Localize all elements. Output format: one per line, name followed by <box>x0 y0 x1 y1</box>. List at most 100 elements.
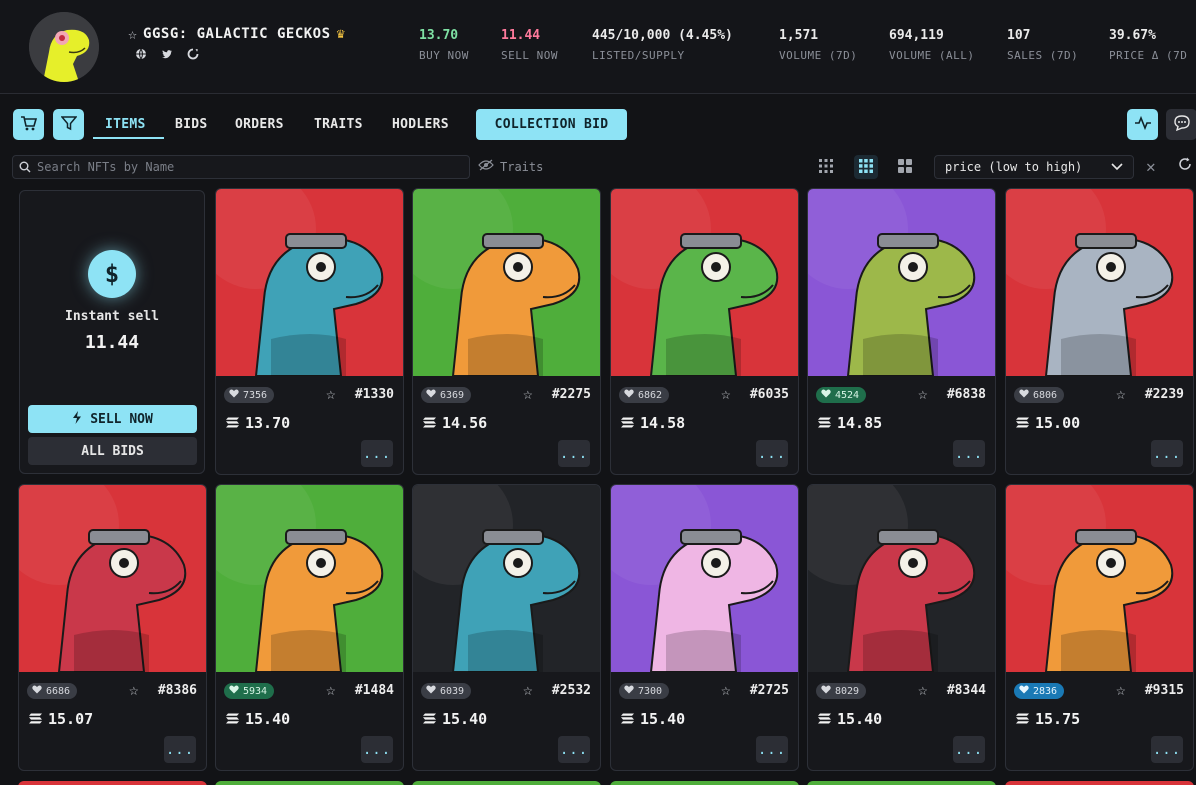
favorite-star-icon[interactable]: ☆ <box>523 680 533 699</box>
twitter-icon[interactable] <box>160 48 174 63</box>
collection-bid-button[interactable]: COLLECTION BID <box>476 109 627 140</box>
nft-card[interactable]: 7356 ☆ #1330 13.70... <box>215 188 404 475</box>
nft-card[interactable]: 6039 ☆ #2532 15.40... <box>412 484 601 771</box>
more-options-button[interactable]: ... <box>1151 440 1183 467</box>
nft-image[interactable] <box>216 189 403 377</box>
likes-badge[interactable]: 6686 <box>27 683 78 699</box>
cart-button[interactable] <box>13 109 44 140</box>
favorite-star-icon[interactable]: ☆ <box>918 384 928 403</box>
tab-bids[interactable]: BIDS <box>175 117 208 132</box>
favorite-star-icon[interactable]: ☆ <box>721 680 731 699</box>
all-bids-button[interactable]: ALL BIDS <box>28 437 197 465</box>
nft-image[interactable] <box>1006 485 1193 673</box>
favorite-star-icon[interactable]: ☆ <box>721 384 731 403</box>
solana-icon <box>423 710 436 728</box>
favorite-star-icon[interactable]: ☆ <box>129 680 139 699</box>
nft-card[interactable]: 2836 ☆ #9315 15.75... <box>1005 484 1194 771</box>
nft-card[interactable]: 6806 ☆ #2239 15.00... <box>1005 188 1194 475</box>
view-grid-small-button[interactable] <box>814 155 838 179</box>
nft-image[interactable] <box>808 485 995 673</box>
sell-now-button[interactable]: SELL NOW <box>28 405 197 433</box>
heart-icon <box>229 685 239 697</box>
nft-image[interactable] <box>413 189 600 377</box>
more-options-button[interactable]: ... <box>953 440 985 467</box>
favorite-star-icon[interactable]: ☆ <box>326 384 336 403</box>
likes-badge[interactable]: 6039 <box>421 683 472 699</box>
stat-price-change: 39.67% PRICE Δ (7D <box>1109 28 1187 62</box>
tab-traits[interactable]: TRAITS <box>314 117 363 132</box>
likes-count: 8029 <box>835 685 860 697</box>
nft-card[interactable]: 6862 ☆ #6035 14.58... <box>610 188 799 475</box>
likes-badge[interactable]: 6806 <box>1014 387 1065 403</box>
nft-card-partial[interactable] <box>1005 781 1194 785</box>
clear-sort-icon[interactable]: ✕ <box>1146 157 1156 176</box>
view-grid-large-button[interactable] <box>893 155 917 179</box>
refresh-icon[interactable] <box>1178 157 1192 175</box>
more-options-button[interactable]: ... <box>756 440 788 467</box>
search-icon <box>19 158 31 177</box>
nft-card[interactable]: 6686 ☆ #8386 15.07... <box>18 484 207 771</box>
more-options-button[interactable]: ... <box>558 736 590 763</box>
stat-value: 39.67% <box>1109 28 1156 43</box>
more-options-button[interactable]: ... <box>953 736 985 763</box>
likes-badge[interactable]: 6862 <box>619 387 670 403</box>
solana-icon <box>818 414 831 432</box>
filter-button[interactable] <box>53 109 84 140</box>
nft-image[interactable] <box>216 485 403 673</box>
more-options-button[interactable]: ... <box>558 440 590 467</box>
likes-count: 6686 <box>46 685 71 697</box>
nft-card[interactable]: 8029 ☆ #8344 15.40... <box>807 484 996 771</box>
more-options-button[interactable]: ... <box>164 736 196 763</box>
likes-badge[interactable]: 7300 <box>619 683 670 699</box>
favorite-star-icon[interactable]: ☆ <box>128 25 137 43</box>
nft-image[interactable] <box>808 189 995 377</box>
favorite-star-icon[interactable]: ☆ <box>523 384 533 403</box>
nft-id: #2532 <box>551 683 591 698</box>
nft-card-partial[interactable] <box>18 781 207 785</box>
chat-button[interactable] <box>1166 109 1196 140</box>
nft-card[interactable]: 5934 ☆ #1484 15.40... <box>215 484 404 771</box>
sort-select[interactable]: price (low to high) <box>934 155 1134 179</box>
nft-image[interactable] <box>611 485 798 673</box>
nft-card[interactable]: 4524 ☆ #6838 14.85... <box>807 188 996 475</box>
search-input[interactable] <box>37 160 457 174</box>
globe-icon[interactable] <box>134 48 148 63</box>
likes-badge[interactable]: 2836 <box>1014 683 1065 699</box>
solana-icon <box>226 414 239 432</box>
more-options-button[interactable]: ... <box>361 736 393 763</box>
nft-card-partial[interactable] <box>412 781 601 785</box>
nft-card-partial[interactable] <box>807 781 996 785</box>
nft-image[interactable] <box>611 189 798 377</box>
more-options-button[interactable]: ... <box>361 440 393 467</box>
nft-card-partial[interactable] <box>215 781 404 785</box>
price-value: 15.00 <box>1035 414 1081 432</box>
likes-badge[interactable]: 8029 <box>816 683 867 699</box>
nft-image[interactable] <box>413 485 600 673</box>
likes-badge[interactable]: 4524 <box>816 387 867 403</box>
heart-icon <box>1019 389 1029 401</box>
traits-toggle[interactable]: Traits <box>478 159 543 174</box>
tab-hodlers[interactable]: HODLERS <box>392 117 449 132</box>
tab-orders[interactable]: ORDERS <box>235 117 284 132</box>
solana-icon <box>621 710 634 728</box>
nft-card[interactable]: 6369 ☆ #2275 14.56... <box>412 188 601 475</box>
likes-badge[interactable]: 6369 <box>421 387 472 403</box>
nft-card-partial[interactable] <box>610 781 799 785</box>
nft-image[interactable] <box>19 485 206 673</box>
activity-button[interactable] <box>1127 109 1158 140</box>
view-grid-medium-button[interactable] <box>854 155 878 179</box>
nft-id: #6035 <box>749 387 789 402</box>
nft-image[interactable] <box>1006 189 1193 377</box>
tab-items[interactable]: ITEMS <box>105 117 146 132</box>
likes-badge[interactable]: 7356 <box>224 387 275 403</box>
favorite-star-icon[interactable]: ☆ <box>1116 384 1126 403</box>
favorite-star-icon[interactable]: ☆ <box>918 680 928 699</box>
nft-card[interactable]: 7300 ☆ #2725 15.40... <box>610 484 799 771</box>
favorite-star-icon[interactable]: ☆ <box>326 680 336 699</box>
more-options-button[interactable]: ... <box>756 736 788 763</box>
discord-icon[interactable] <box>186 48 200 63</box>
more-options-button[interactable]: ... <box>1151 736 1183 763</box>
solana-icon <box>29 710 42 728</box>
favorite-star-icon[interactable]: ☆ <box>1116 680 1126 699</box>
likes-badge[interactable]: 5934 <box>224 683 275 699</box>
